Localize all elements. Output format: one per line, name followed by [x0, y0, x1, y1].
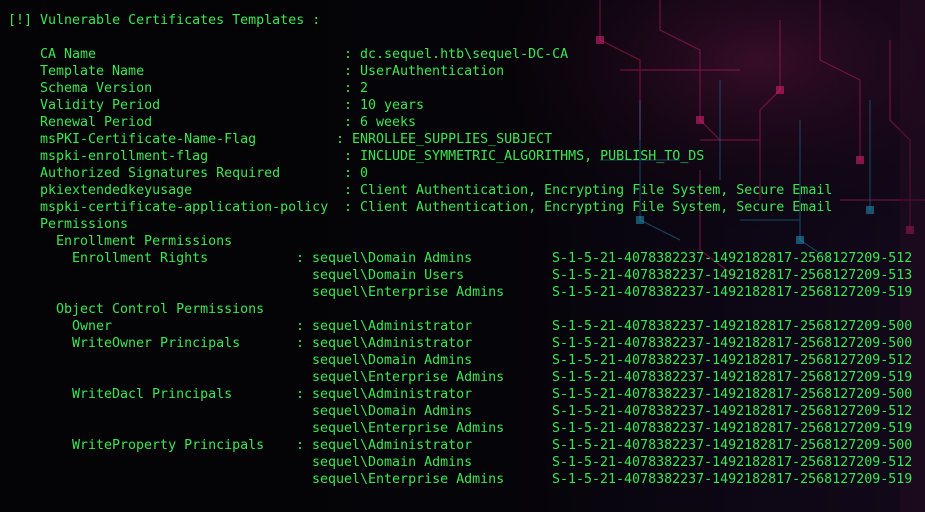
sid: S-1-5-21-4078382237-1492182817-256812720… [552, 370, 913, 385]
field-value: : dc.sequel.htb\sequel-DC-CA [344, 47, 569, 62]
field-value: : 0 [344, 166, 369, 181]
field-key: Schema Version [40, 81, 153, 96]
field-value: : Client Authentication, Encrypting File… [344, 183, 833, 198]
principal: sequel\Enterprise Admins [312, 472, 505, 487]
field-key: Validity Period [40, 98, 161, 113]
field-value: : 10 years [344, 98, 425, 113]
field-value: : 2 [344, 81, 369, 96]
principal: : sequel\Administrator [296, 438, 473, 453]
field-key: Template Name [40, 64, 145, 79]
field-value: : Client Authentication, Encrypting File… [344, 200, 833, 215]
permissions-heading: Permissions [40, 217, 129, 232]
field-value: : 6 weeks [344, 115, 417, 130]
sid: S-1-5-21-4078382237-1492182817-256812720… [552, 421, 913, 436]
principal: sequel\Domain Admins [312, 353, 473, 368]
principal: : sequel\Administrator [296, 319, 473, 334]
terminal-output: [!] Vulnerable Certificates Templates : … [0, 0, 925, 512]
object-control-heading: Object Control Permissions [56, 302, 265, 317]
sid: S-1-5-21-4078382237-1492182817-256812720… [552, 387, 913, 402]
writedacl-label: WriteDacl Principals [72, 387, 233, 402]
enrollment-rights-label: Enrollment Rights [72, 251, 209, 266]
principal: sequel\Domain Users [312, 268, 465, 283]
sid: S-1-5-21-4078382237-1492182817-256812720… [552, 404, 913, 419]
enrollment-permissions-heading: Enrollment Permissions [56, 234, 233, 249]
sid: S-1-5-21-4078382237-1492182817-256812720… [552, 285, 913, 300]
field-key: mspki-certificate-application-policy [40, 200, 329, 215]
writeproperty-label: WriteProperty Principals [72, 438, 265, 453]
principal: : sequel\Domain Admins [296, 251, 473, 266]
principal: sequel\Enterprise Admins [312, 285, 505, 300]
field-key: pkiextendedkeyusage [40, 183, 193, 198]
sid: S-1-5-21-4078382237-1492182817-256812720… [552, 319, 913, 334]
sid: S-1-5-21-4078382237-1492182817-256812720… [552, 455, 913, 470]
field-key: mspki-enrollment-flag [40, 149, 209, 164]
section-header: [!] Vulnerable Certificates Templates : [8, 13, 321, 28]
principal: sequel\Domain Admins [312, 404, 473, 419]
sid: S-1-5-21-4078382237-1492182817-256812720… [552, 336, 913, 351]
sid: S-1-5-21-4078382237-1492182817-256812720… [552, 438, 913, 453]
writeowner-label: WriteOwner Principals [72, 336, 241, 351]
principal: : sequel\Administrator [296, 387, 473, 402]
field-value: : ENROLLEE_SUPPLIES_SUBJECT [336, 132, 553, 147]
principal: sequel\Enterprise Admins [312, 370, 505, 385]
sid: S-1-5-21-4078382237-1492182817-256812720… [552, 268, 913, 283]
field-key: msPKI-Certificate-Name-Flag [40, 132, 257, 147]
field-key: CA Name [40, 47, 97, 62]
field-value: : UserAuthentication [344, 64, 505, 79]
owner-label: Owner [72, 319, 113, 334]
terminal-window[interactable]: [!] Vulnerable Certificates Templates : … [0, 0, 925, 512]
sid: S-1-5-21-4078382237-1492182817-256812720… [552, 353, 913, 368]
principal: : sequel\Administrator [296, 336, 473, 351]
field-key: Renewal Period [40, 115, 153, 130]
field-value: : INCLUDE_SYMMETRIC_ALGORITHMS, PUBLISH_… [344, 149, 705, 164]
principal: sequel\Enterprise Admins [312, 421, 505, 436]
sid: S-1-5-21-4078382237-1492182817-256812720… [552, 251, 913, 266]
principal: sequel\Domain Admins [312, 455, 473, 470]
field-key: Authorized Signatures Required [40, 166, 281, 181]
sid: S-1-5-21-4078382237-1492182817-256812720… [552, 472, 913, 487]
